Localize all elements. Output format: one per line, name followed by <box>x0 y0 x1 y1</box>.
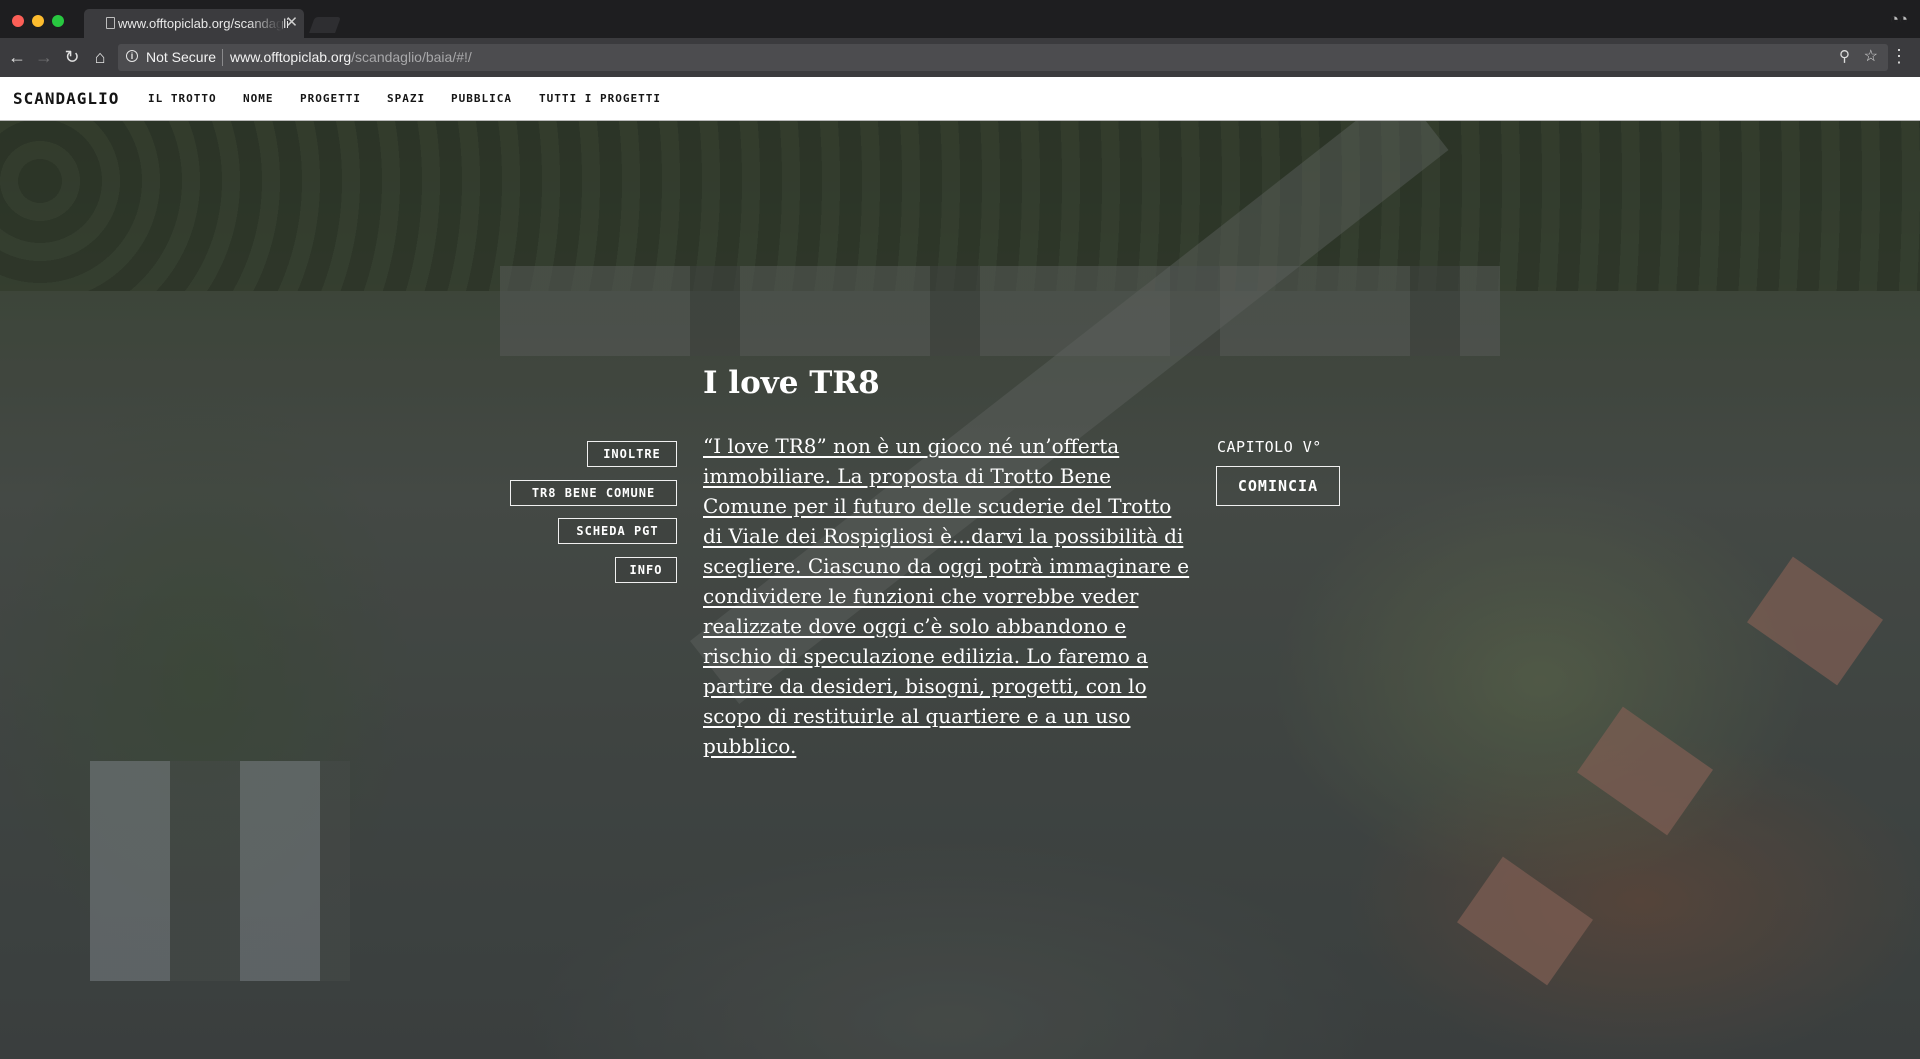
browser-toolbar: ← → ↻ ⌂ i Not Secure www.offtopiclab.org… <box>0 38 1920 77</box>
hero-title: I love TR8 <box>703 365 880 401</box>
back-arrow-icon[interactable]: ← <box>5 45 29 69</box>
incognito-icon: ◔◔ <box>1889 11 1908 28</box>
zoom-icon[interactable]: ⚲ <box>1839 47 1850 65</box>
scheda-pgt-button[interactable]: SCHEDA PGT <box>558 518 677 544</box>
maximize-window-button[interactable] <box>52 15 64 27</box>
start-button[interactable]: COMINCIA <box>1216 466 1340 506</box>
home-icon[interactable]: ⌂ <box>88 45 112 69</box>
browser-tab-bar: www.offtopiclab.org/scandaglio ✕ ◔◔ <box>0 0 1920 38</box>
minimize-window-button[interactable] <box>32 15 44 27</box>
forward-arrow-icon[interactable]: → <box>32 45 56 69</box>
star-icon[interactable]: ☆ <box>1864 46 1878 66</box>
kebab-menu-icon[interactable]: ⋮ <box>1890 46 1908 66</box>
info-icon[interactable]: i <box>126 50 138 62</box>
page-icon <box>106 17 115 29</box>
nav-pubblica[interactable]: PUBBLICA <box>451 92 512 105</box>
info-button[interactable]: INFO <box>615 557 677 583</box>
nav-tutti-i-progetti[interactable]: TUTTI I PROGETTI <box>539 92 661 105</box>
tr8-bene-comune-button[interactable]: TR8 BENE COMUNE <box>510 480 677 506</box>
address-bar[interactable]: i Not Secure www.offtopiclab.org/scandag… <box>118 44 1888 71</box>
site-nav: SCANDAGLIO IL TROTTO NOME PROGETTI SPAZI… <box>0 77 1920 121</box>
nav-progetti[interactable]: PROGETTI <box>300 92 361 105</box>
separator <box>222 49 223 66</box>
close-window-button[interactable] <box>12 15 24 27</box>
new-tab-button[interactable] <box>309 17 341 33</box>
security-label[interactable]: Not Secure <box>146 49 216 65</box>
browser-tab[interactable]: www.offtopiclab.org/scandaglio ✕ <box>84 9 304 38</box>
reload-icon[interactable]: ↻ <box>60 45 84 69</box>
close-icon[interactable]: ✕ <box>285 14 298 32</box>
nav-spazi[interactable]: SPAZI <box>387 92 425 105</box>
hero-section: INOLTRE TR8 BENE COMUNE SCHEDA PGT INFO … <box>0 121 1920 1059</box>
url-text[interactable]: www.offtopiclab.org/scandaglio/baia/#!/ <box>230 49 472 65</box>
nav-il-trotto[interactable]: IL TROTTO <box>148 92 217 105</box>
nav-nome[interactable]: NOME <box>243 92 274 105</box>
chapter-label: CAPITOLO V° <box>1217 438 1322 456</box>
url-path: /scandaglio/baia/#!/ <box>351 49 472 65</box>
site-logo[interactable]: SCANDAGLIO <box>13 89 119 108</box>
inoltre-button[interactable]: INOLTRE <box>587 441 677 467</box>
url-host: www.offtopiclab.org <box>230 49 352 65</box>
hero-description-link[interactable]: “I love TR8” non è un gioco né un’offert… <box>703 431 1193 761</box>
